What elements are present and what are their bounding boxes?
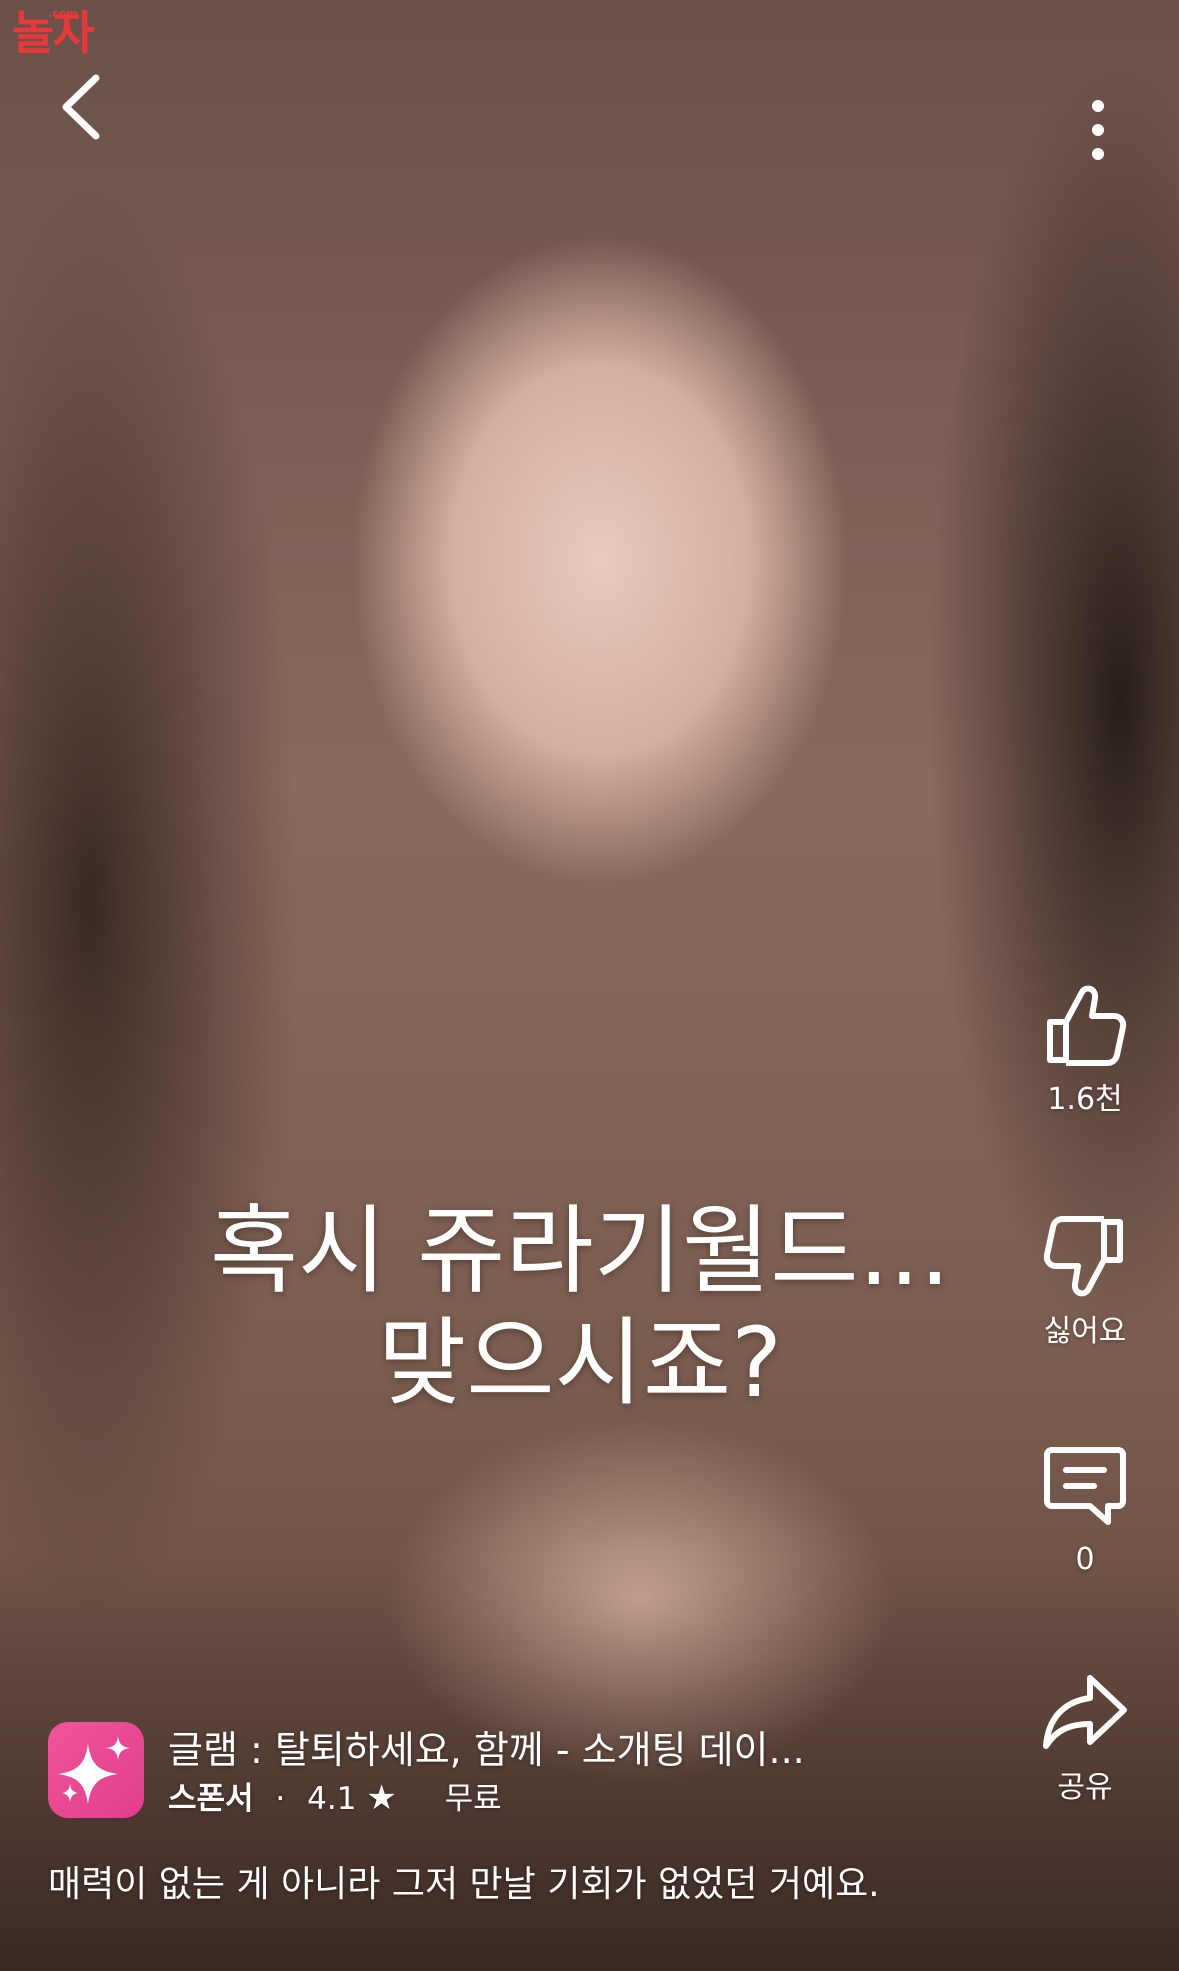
more-vertical-icon [1092,100,1104,160]
watermark-logo: .com 놀자 [12,7,95,56]
like-button[interactable]: 1.6천 [1005,982,1165,1118]
sponsored-ad[interactable]: 글램 : 탈퇴하세요, 함께 - 소개팅 데이... 스폰서 · 4.1 ★ 무… [48,1722,1008,1822]
video-caption: 혹시 쥬라기월드... 맞으시죠? [120,1195,1040,1419]
star-icon: ★ [366,1778,397,1818]
dislike-label: 싫어요 [1043,1314,1127,1349]
like-count: 1.6천 [1047,1082,1123,1117]
ad-title[interactable]: 글램 : 탈퇴하세요, 함께 - 소개팅 데이... [168,1728,805,1772]
comment-count: 0 [1075,1542,1095,1577]
price-label: 무료 [444,1781,502,1817]
thumbs-up-icon [1047,985,1127,1066]
ad-meta: 스폰서 · 4.1 ★ 무료 [168,1780,502,1817]
comments-button[interactable]: 0 [1005,1442,1165,1578]
sparkle-icon [58,1736,130,1804]
more-options-button[interactable] [1072,96,1124,164]
back-button[interactable] [52,72,112,142]
caption-line-1: 혹시 쥬라기월드... [209,1195,951,1307]
separator-dot: · [275,1781,286,1817]
comment-icon [1044,1447,1126,1525]
app-icon[interactable] [48,1722,144,1818]
chevron-left-icon [62,74,100,140]
share-label: 공유 [1057,1770,1113,1805]
rating-value: 4.1 [307,1781,357,1817]
ad-description: 매력이 없는 게 아니라 그저 만날 기회가 없었던 거예요. [48,1864,880,1905]
thumbs-down-icon [1043,1216,1123,1297]
share-button[interactable]: 공유 [1005,1670,1165,1806]
dislike-button[interactable]: 싫어요 [1005,1214,1165,1350]
sponsor-label: 스폰서 [168,1781,254,1817]
caption-line-2: 맞으시죠? [377,1307,783,1419]
watermark-suffix: .com [48,7,78,20]
share-icon [1043,1675,1127,1749]
